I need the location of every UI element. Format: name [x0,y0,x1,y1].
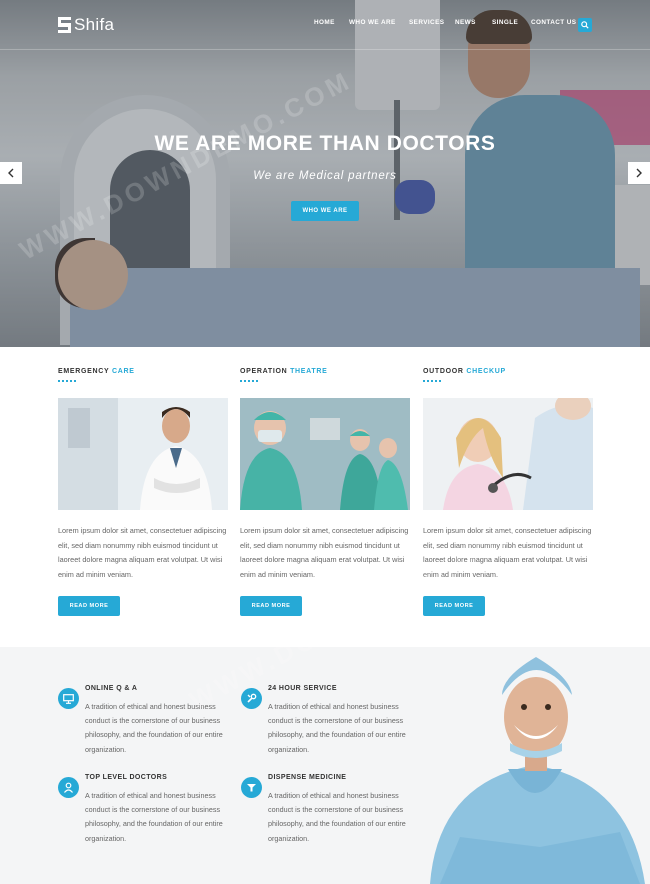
service-description: Lorem ipsum dolor sit amet, consectetuer… [58,526,227,579]
feature-text: A tradition of ethical and honest busine… [268,791,406,843]
monitor-icon [58,688,79,709]
service-title: OUTDOOR CHECKUP [423,368,506,375]
hero-banner: Shifa HOME WHO WE ARE SERVICES NEWS SING… [0,0,650,347]
title-underline [240,380,260,382]
features-section: ONLINE Q & A A tradition of ethical and … [0,647,650,884]
child-checkup-image [423,398,593,510]
service-title: OPERATION THEATRE [240,368,328,375]
feature-title: ONLINE Q & A [85,685,138,692]
top-navbar: Shifa HOME WHO WE ARE SERVICES NEWS SING… [0,0,650,50]
service-operation-theatre: OPERATION THEATRE Lorem ipsum dolor sit … [240,368,410,616]
search-button[interactable] [578,18,592,32]
feature-title: TOP LEVEL DOCTORS [85,774,168,781]
hero-title: WE ARE MORE THAN DOCTORS [154,132,496,155]
nav-news[interactable]: NEWS [455,19,476,26]
smiling-surgeon-image [430,647,650,884]
service-outdoor-checkup: OUTDOOR CHECKUP Lorem ipsum dolor sit am… [423,368,593,616]
doctor-icon [58,777,79,798]
wrench-icon [241,688,262,709]
service-title: EMERGENCY CARE [58,368,135,375]
chevron-left-icon [8,168,14,178]
feature-text: A tradition of ethical and honest busine… [268,702,406,754]
feature-text: A tradition of ethical and honest busine… [85,791,223,843]
nav-home[interactable]: HOME [314,19,335,26]
site-logo[interactable]: Shifa [58,15,114,35]
feature-text: A tradition of ethical and honest busine… [85,702,223,754]
nav-single[interactable]: SINGLE [492,19,518,26]
service-emergency-care: EMERGENCY CARE Lorem ipsum dolor sit ame… [58,368,228,616]
feature-title: 24 HOUR SERVICE [268,685,337,692]
search-icon [581,21,589,29]
service-description: Lorem ipsum dolor sit amet, consectetuer… [240,526,409,579]
title-underline [58,380,78,382]
nav-services[interactable]: SERVICES [409,19,444,26]
nav-who-we-are[interactable]: WHO WE ARE [349,19,396,26]
read-more-button[interactable]: READ MORE [58,596,120,616]
surgeons-image [240,398,410,510]
read-more-button[interactable]: READ MORE [240,596,302,616]
slider-next-button[interactable] [628,162,650,184]
hero-subtitle: We are Medical partners [253,170,397,182]
slider-prev-button[interactable] [0,162,22,184]
logo-text: Shifa [74,15,115,34]
title-underline [423,380,443,382]
chevron-right-icon [636,168,642,178]
nav-contact-us[interactable]: CONTACT US [531,19,576,26]
logo-icon [58,17,71,33]
who-we-are-button[interactable]: WHO WE ARE [291,201,359,221]
feature-title: DISPENSE MEDICINE [268,774,347,781]
read-more-button[interactable]: READ MORE [423,596,485,616]
medicine-icon [241,777,262,798]
doctor-portrait-image [58,398,228,510]
service-description: Lorem ipsum dolor sit amet, consectetuer… [423,526,592,579]
